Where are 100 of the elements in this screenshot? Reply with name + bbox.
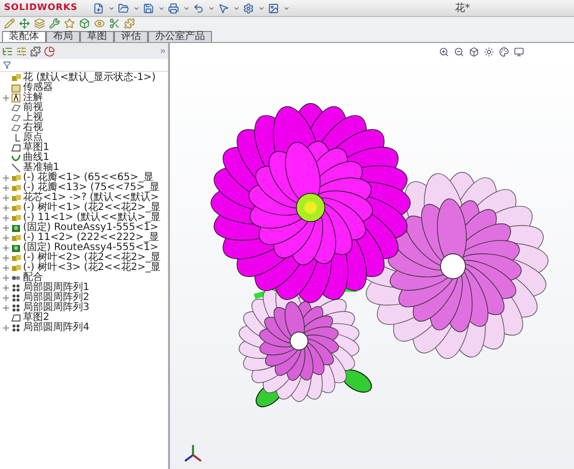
caret-icon[interactable] [282, 4, 290, 12]
scissors-icon[interactable] [109, 18, 121, 30]
tree-item[interactable]: 草图2 [23, 313, 50, 323]
tree-item[interactable]: 右视 [23, 123, 43, 133]
caret-icon[interactable] [108, 4, 115, 12]
tree-item[interactable]: 局部圆周阵列4 [23, 323, 90, 333]
filter-icon[interactable] [3, 61, 11, 69]
tree-item[interactable]: 原点 [23, 133, 43, 143]
image-icon[interactable] [268, 2, 280, 14]
zoom-out-icon[interactable] [454, 46, 466, 58]
tree-item[interactable]: (-) 树叶<3> (花2<<花2>_显 [23, 263, 161, 273]
route-node-icon [11, 243, 21, 253]
properties-tab-icon[interactable] [16, 45, 28, 57]
expand-icon[interactable] [2, 325, 9, 331]
mates-node-icon [11, 273, 21, 283]
tree-item[interactable]: (-) 11<1> (默认<<默认>_显 [23, 213, 161, 223]
configuration-tab-icon[interactable] [30, 45, 42, 57]
expand-icon[interactable] [2, 175, 9, 181]
expand-icon[interactable] [2, 295, 9, 301]
light-icon[interactable] [484, 46, 496, 58]
tree-item[interactable]: 花芯<1> ->? (默认<<默认> [23, 193, 159, 203]
command-tab[interactable]: 草图 [80, 31, 114, 42]
layers-icon[interactable] [34, 18, 46, 30]
tree-item[interactable]: 局部圆周阵列2 [23, 293, 90, 303]
caret-icon[interactable] [158, 4, 165, 12]
tree-item[interactable]: (-) 花瓣<1> (65<<65>_显 [23, 173, 154, 183]
expand-icon[interactable] [2, 205, 9, 211]
tree-item[interactable]: 草图1 [23, 143, 50, 153]
command-tab[interactable]: 布局 [46, 31, 80, 42]
expand-icon[interactable] [2, 305, 9, 311]
tree-item[interactable]: (固定) RouteAssy1-555<1> [23, 223, 158, 233]
tree-item[interactable]: (-) 树叶<1> (花2<<花2>_显 [23, 203, 161, 213]
move-icon[interactable] [19, 18, 31, 30]
pattern-node-icon [11, 283, 21, 293]
tree-item[interactable]: (-) 树叶<2> (花2<<花2>_显 [23, 253, 161, 263]
tree-item[interactable]: 花 (默认<默认_显示状态-1>) [23, 73, 156, 83]
save-icon[interactable] [142, 2, 155, 14]
undo-icon[interactable] [192, 2, 205, 14]
display-tab-icon[interactable] [44, 45, 56, 57]
expand-icon[interactable] [2, 225, 9, 231]
expand-icon[interactable] [2, 195, 9, 201]
print-icon[interactable] [168, 2, 180, 14]
window-title: 花* [455, 2, 470, 15]
tree-tab-icon[interactable] [2, 45, 14, 57]
box-icon[interactable] [79, 18, 91, 30]
part-node-icon [11, 203, 21, 213]
puzzle-icon[interactable] [124, 18, 136, 30]
curve-node-icon [11, 153, 21, 163]
tree-item[interactable]: (固定) RouteAssy4-555<1> [23, 243, 158, 253]
caret-icon[interactable] [232, 4, 240, 12]
wrench-icon[interactable] [49, 18, 61, 30]
command-tab[interactable]: 办公室产品 [148, 31, 212, 42]
tree-item[interactable]: 配合 [23, 273, 43, 283]
star-icon[interactable] [64, 18, 76, 30]
caret-icon[interactable] [132, 4, 140, 12]
command-tab[interactable]: 装配体 [2, 31, 46, 42]
caret-icon[interactable] [208, 4, 215, 12]
tree-item[interactable]: 传感器 [23, 83, 53, 93]
expand-icon[interactable] [2, 265, 9, 271]
axis-node-icon [11, 163, 21, 173]
part-node-icon [11, 213, 21, 223]
part-node-icon [11, 183, 21, 193]
caret-icon[interactable] [258, 4, 265, 12]
tree-item[interactable]: 局部圆周阵列1 [23, 283, 90, 293]
palette-icon[interactable] [499, 46, 511, 58]
part-node-icon [11, 263, 21, 273]
tree-item[interactable]: 基准轴1 [23, 163, 60, 173]
tree-item[interactable]: (-) 11<2> (222<<222>_显 [23, 233, 159, 243]
expand-icon[interactable] [2, 215, 9, 221]
tree-item[interactable]: 注解 [23, 93, 43, 103]
route-node-icon [11, 223, 21, 233]
expand-icon[interactable] [2, 255, 9, 261]
sensor-node-icon [11, 83, 21, 93]
expand-icon[interactable] [2, 275, 9, 281]
expand-icon[interactable] [2, 95, 9, 101]
expand-icon[interactable] [2, 285, 9, 291]
expand-icon[interactable] [2, 245, 9, 251]
caret-icon[interactable] [182, 4, 190, 12]
plane-node-icon [11, 113, 21, 123]
assembly-node-icon [11, 73, 21, 83]
new-file-icon[interactable] [92, 2, 105, 14]
monitor-icon[interactable] [514, 46, 526, 58]
pencil-icon[interactable] [4, 18, 16, 30]
settings-icon[interactable] [242, 2, 255, 14]
open-folder-icon[interactable] [118, 2, 130, 14]
cube-icon[interactable] [469, 46, 481, 58]
tree-item[interactable]: 局部圆周阵列3 [23, 303, 90, 313]
pattern-node-icon [11, 303, 21, 313]
tree-item[interactable]: (-) 花瓣<13> (75<<75>_显 [23, 183, 160, 193]
pointer-icon[interactable] [218, 2, 230, 14]
expand-icon[interactable] [2, 185, 9, 191]
plane-node-icon [11, 123, 21, 133]
expand-icon[interactable] [2, 235, 9, 241]
tree-item[interactable]: 曲线1 [23, 153, 50, 163]
app-logo: SOLIDWORKS [4, 3, 78, 13]
tree-item[interactable]: 前视 [23, 103, 43, 113]
zoom-in-icon[interactable] [439, 46, 451, 58]
command-tab[interactable]: 评估 [114, 31, 148, 42]
eye-icon[interactable] [94, 18, 106, 30]
tree-item[interactable]: 上视 [23, 113, 43, 123]
